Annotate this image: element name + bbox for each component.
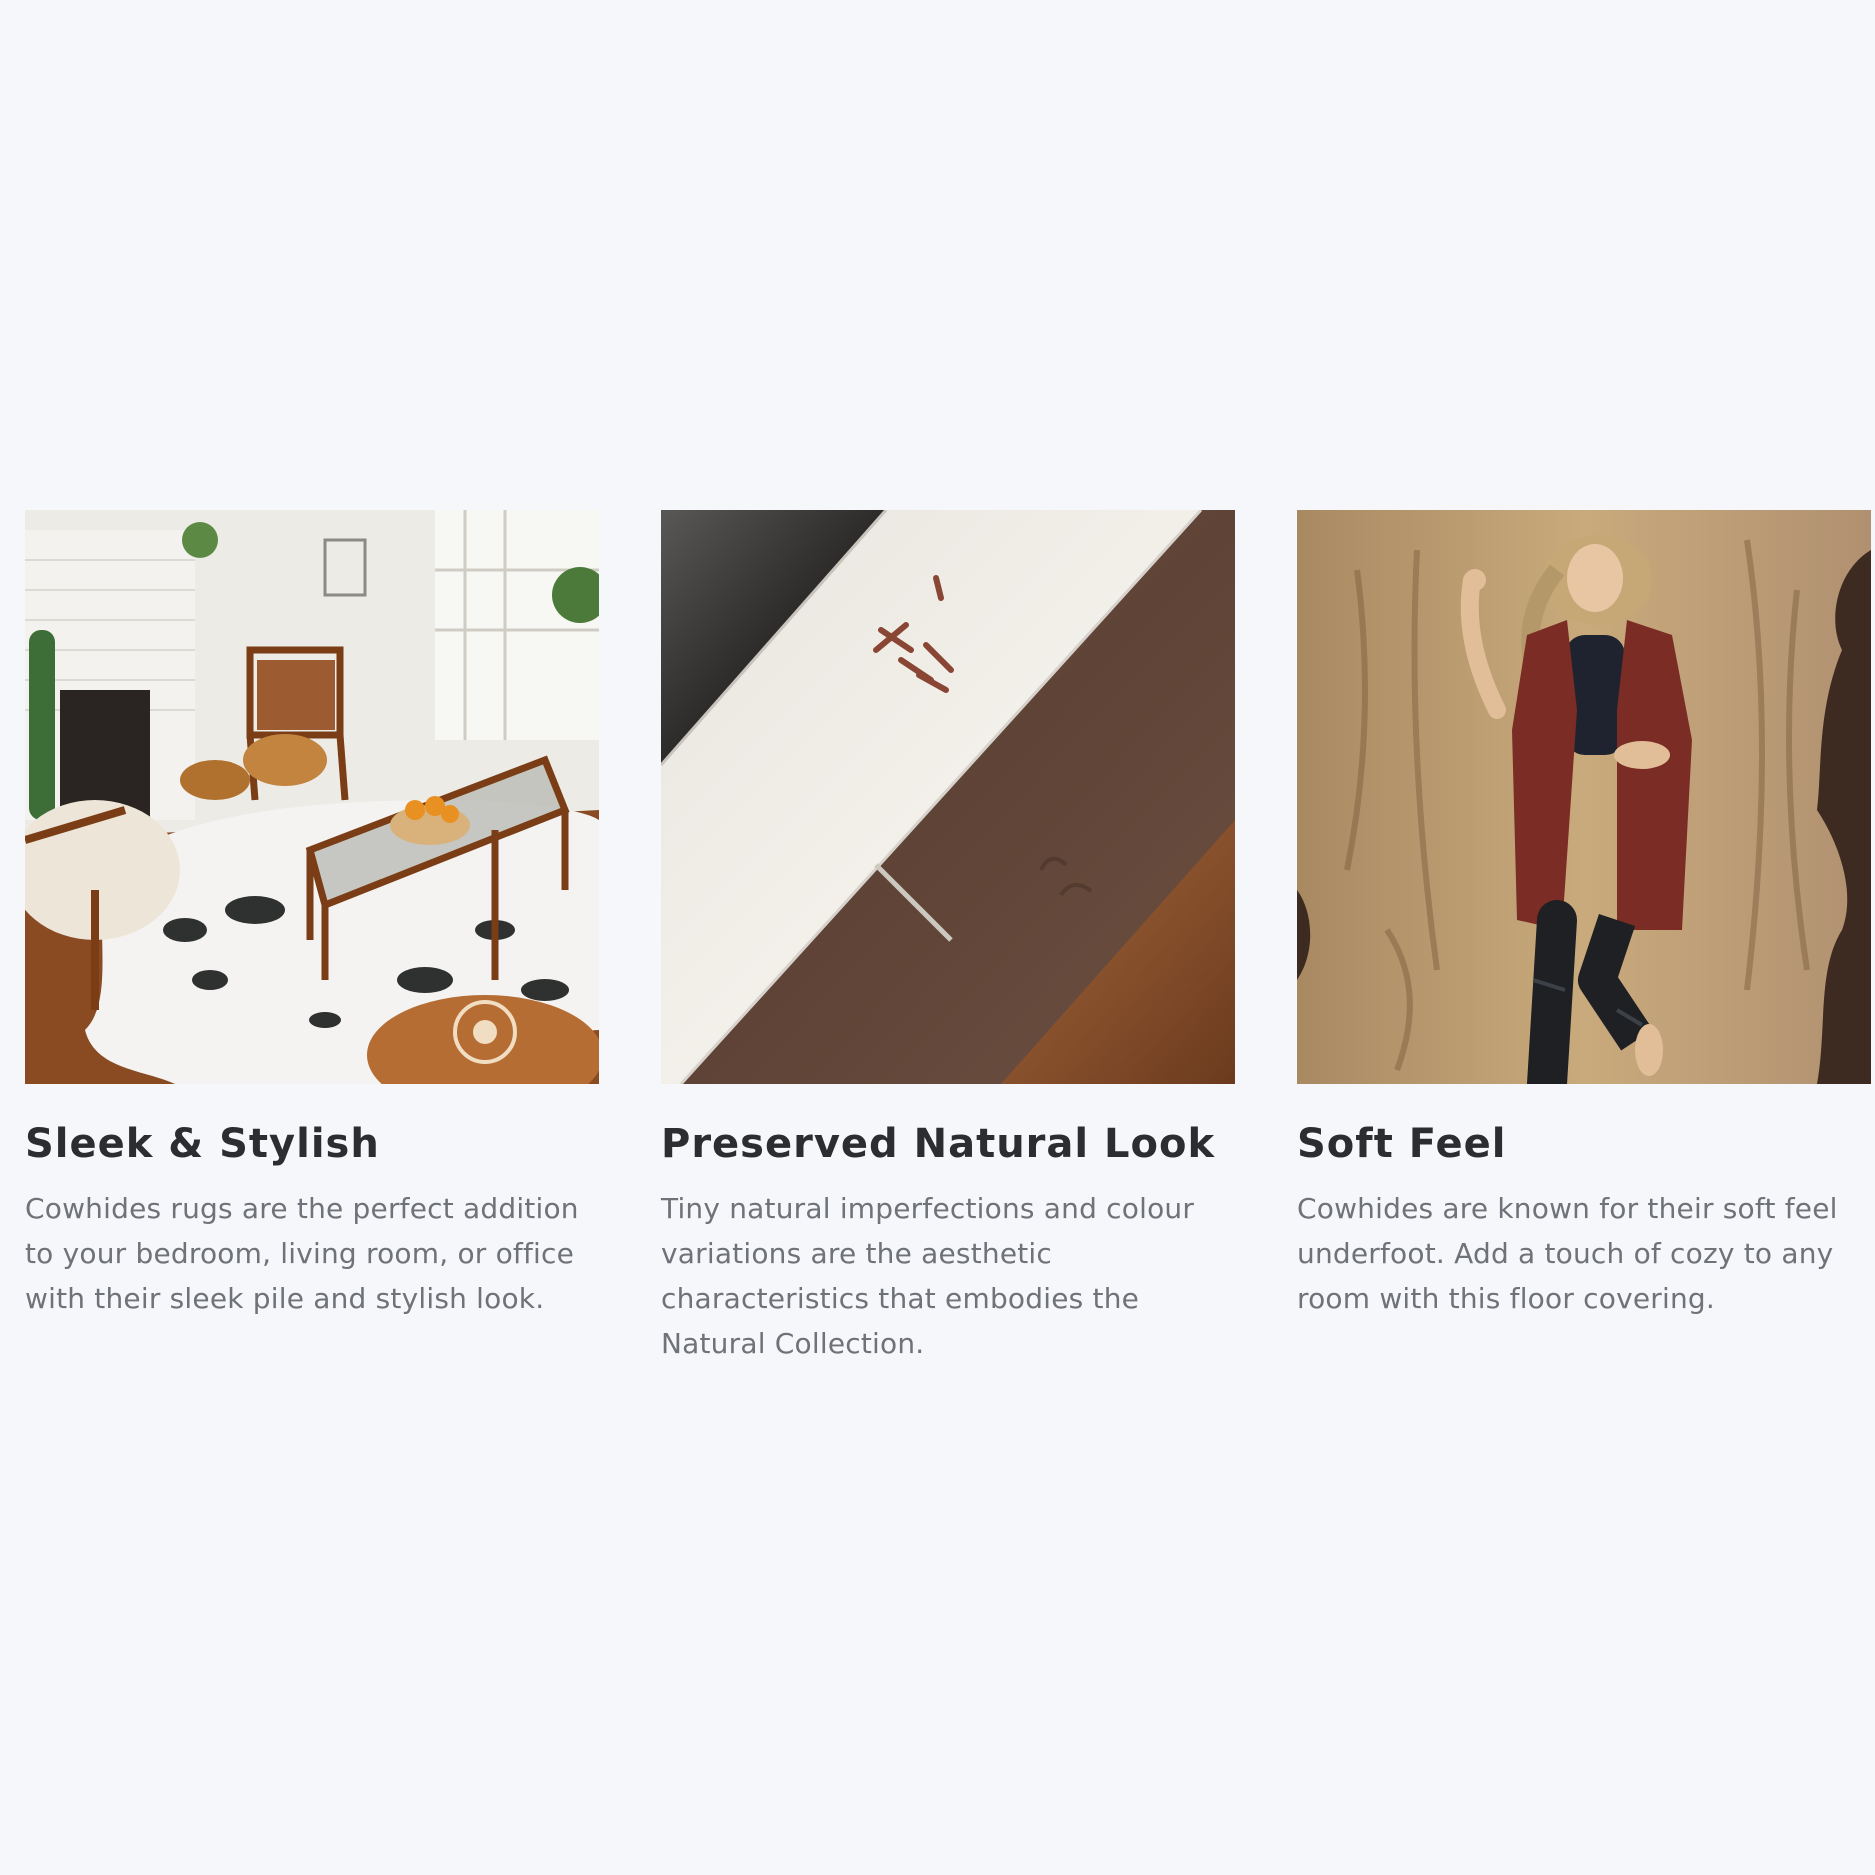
cowhide-texture-illustration	[661, 510, 1235, 1084]
feature-card-sleek-stylish: Sleek & Stylish Cowhides rugs are the pe…	[25, 510, 599, 1321]
feature-title: Preserved Natural Look	[661, 1121, 1216, 1167]
feature-description: Cowhides rugs are the perfect addition t…	[25, 1192, 579, 1315]
feature-card-soft-feel: Soft Feel Cowhides are known for their s…	[1297, 510, 1871, 1321]
feature-description: Cowhides are known for their soft feel u…	[1297, 1192, 1838, 1315]
features-section: Sleek & Stylish Cowhides rugs are the pe…	[25, 510, 1871, 1410]
feature-image-cowhide-texture	[661, 510, 1235, 1084]
feature-title: Soft Feel	[1297, 1121, 1507, 1167]
feature-image-woman-on-rug	[1297, 510, 1871, 1084]
living-room-illustration	[25, 510, 599, 1084]
feature-title: Sleek & Stylish	[25, 1121, 380, 1167]
woman-on-rug-illustration	[1297, 510, 1871, 1084]
feature-card-preserved-natural-look: Preserved Natural Look Tiny natural impe…	[661, 510, 1235, 1366]
feature-description: Tiny natural imperfections and colour va…	[661, 1192, 1195, 1360]
feature-image-living-room	[25, 510, 599, 1084]
